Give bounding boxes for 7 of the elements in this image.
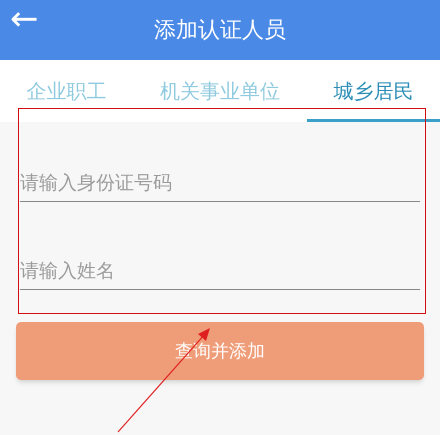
- tab[interactable]: 机关事业单位: [133, 60, 307, 122]
- tab[interactable]: 城乡居民: [306, 60, 440, 122]
- tab[interactable]: 企业职工: [0, 60, 134, 122]
- input-field[interactable]: 请输入姓名: [20, 252, 420, 290]
- page-title: 添加认证人员: [154, 16, 286, 44]
- input-field[interactable]: 请输入身份证号码: [20, 164, 420, 202]
- back-button[interactable]: ←: [10, 2, 38, 36]
